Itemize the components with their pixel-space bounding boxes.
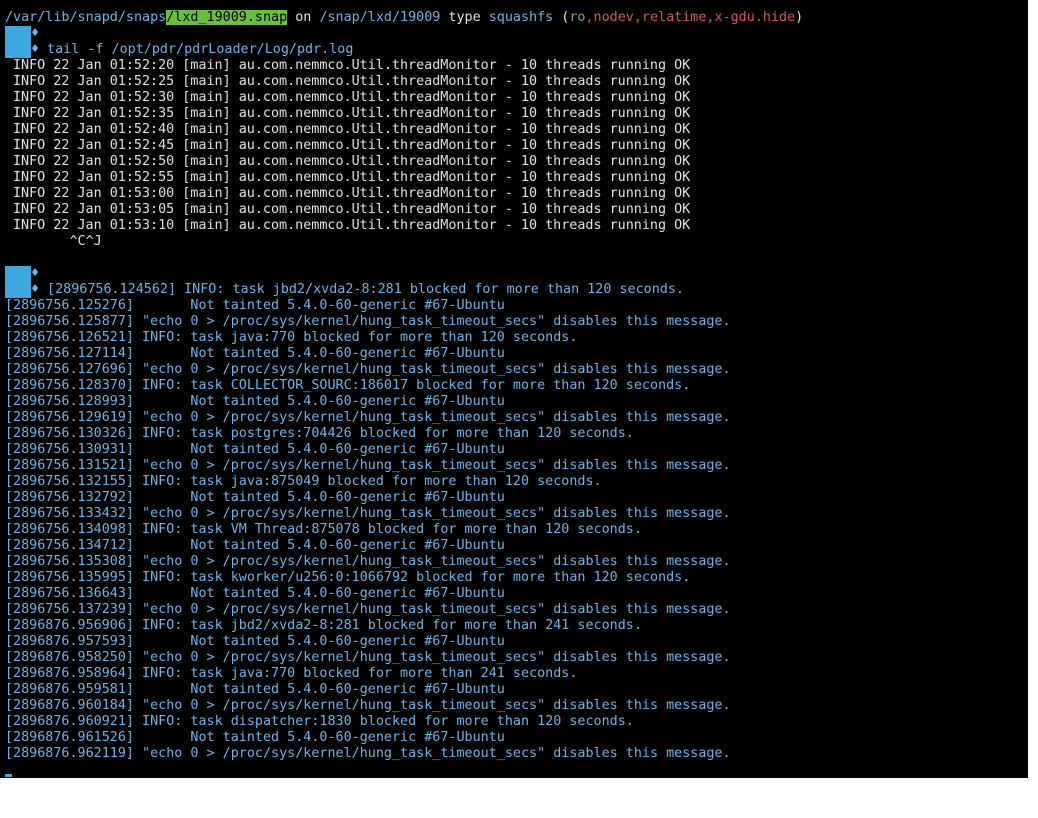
log-line: INFO 22 Jan 01:53:05 [main] au.com.nemmc…	[13, 202, 691, 217]
prompt-block	[5, 282, 31, 298]
log-line: INFO 22 Jan 01:52:20 [main] au.com.nemmc…	[13, 58, 691, 73]
kernel-line: [2896756.137239] "echo 0 > /proc/sys/ker…	[5, 602, 731, 617]
prompt-line-4: ♦ [2896756.124562] INFO: task jbd2/xvda2…	[0, 282, 1028, 298]
interrupt-line: ^C^J	[5, 234, 102, 249]
kernel-line: [2896756.125276] Not tainted 5.4.0-60-ge…	[5, 298, 505, 313]
cursor-line	[0, 762, 1028, 778]
prompt-line-3: ♦	[0, 266, 1028, 282]
cursor	[5, 774, 12, 777]
kernel-line: [2896876.960184] "echo 0 > /proc/sys/ker…	[5, 698, 731, 713]
mount-opts-open: (	[553, 10, 570, 25]
log-line: INFO 22 Jan 01:52:50 [main] au.com.nemmc…	[13, 154, 691, 169]
kernel-line: [2896756.133432] "echo 0 > /proc/sys/ker…	[5, 506, 731, 521]
log-line: INFO 22 Jan 01:52:25 [main] au.com.nemmc…	[13, 74, 691, 89]
prompt-diamond-icon: ♦	[31, 42, 40, 57]
kernel-line: [2896756.127696] "echo 0 > /proc/sys/ker…	[5, 362, 731, 377]
kernel-first-line: [2896756.124562] INFO: task jbd2/xvda2-8…	[39, 282, 684, 297]
kernel-line: [2896756.134712] Not tainted 5.4.0-60-ge…	[5, 538, 505, 553]
kernel-line: [2896876.961526] Not tainted 5.4.0-60-ge…	[5, 730, 505, 745]
mount-opts-rest: ,nodev,relatime,x-gdu.hide	[585, 10, 796, 25]
log-line: INFO 22 Jan 01:52:55 [main] au.com.nemmc…	[13, 170, 691, 185]
log-line: INFO 22 Jan 01:52:35 [main] au.com.nemmc…	[13, 106, 691, 121]
kernel-line: [2896756.136643] Not tainted 5.4.0-60-ge…	[5, 586, 505, 601]
kernel-line: [2896756.126521] INFO: task java:770 blo…	[5, 330, 578, 345]
mount-opts-close: )	[795, 10, 804, 25]
log-line: INFO 22 Jan 01:53:10 [main] au.com.nemmc…	[13, 218, 691, 233]
log-output: INFO 22 Jan 01:52:20 [main] au.com.nemmc…	[0, 58, 1028, 234]
kernel-line: [2896756.128993] Not tainted 5.4.0-60-ge…	[5, 394, 505, 409]
kernel-line: [2896876.959581] Not tainted 5.4.0-60-ge…	[5, 682, 505, 697]
kernel-line: [2896876.962119] "echo 0 > /proc/sys/ker…	[5, 746, 731, 761]
mount-source-path: /var/lib/snapd/snaps	[5, 10, 167, 25]
mount-fstype: squashfs	[488, 10, 554, 25]
kernel-line: [2896756.129619] "echo 0 > /proc/sys/ker…	[5, 410, 731, 425]
mount-on-word: on	[287, 10, 320, 25]
kernel-line: [2896756.130931] Not tainted 5.4.0-60-ge…	[5, 442, 505, 457]
kernel-line: [2896876.957593] Not tainted 5.4.0-60-ge…	[5, 634, 505, 649]
kernel-line: [2896756.132792] Not tainted 5.4.0-60-ge…	[5, 490, 505, 505]
kernel-line: [2896756.127114] Not tainted 5.4.0-60-ge…	[5, 346, 505, 361]
kernel-line: [2896756.130326] INFO: task postgres:704…	[5, 426, 634, 441]
mount-type-word: type	[440, 10, 489, 25]
kernel-line: [2896756.131521] "echo 0 > /proc/sys/ker…	[5, 458, 731, 473]
prompt-diamond-icon: ♦	[31, 282, 40, 297]
prompt-line-1: ♦	[0, 26, 1028, 42]
kernel-line: [2896876.960921] INFO: task dispatcher:1…	[5, 714, 634, 729]
prompt-block	[5, 266, 31, 282]
log-line: INFO 22 Jan 01:52:45 [main] au.com.nemmc…	[13, 138, 691, 153]
log-line: INFO 22 Jan 01:53:00 [main] au.com.nemmc…	[13, 186, 691, 201]
mount-source-highlight: /lxd_19009.snap	[166, 10, 288, 25]
log-line: INFO 22 Jan 01:52:30 [main] au.com.nemmc…	[13, 90, 691, 105]
kernel-messages: [2896756.125276] Not tainted 5.4.0-60-ge…	[0, 298, 1028, 762]
log-line: INFO 22 Jan 01:52:40 [main] au.com.nemmc…	[13, 122, 691, 137]
kernel-line: [2896756.135308] "echo 0 > /proc/sys/ker…	[5, 554, 731, 569]
prompt-diamond-icon: ♦	[31, 26, 40, 41]
mount-target-path: /snap/lxd/19009	[319, 10, 441, 25]
mount-opt-ro: ro	[569, 10, 586, 25]
kernel-line: [2896756.125877] "echo 0 > /proc/sys/ker…	[5, 314, 731, 329]
kernel-line: [2896756.134098] INFO: task VM Thread:87…	[5, 522, 642, 537]
mount-line: /var/lib/snapd/snaps/lxd_19009.snap on /…	[0, 10, 1028, 26]
kernel-line: [2896876.958250] "echo 0 > /proc/sys/ker…	[5, 650, 731, 665]
kernel-line: [2896756.135995] INFO: task kworker/u256…	[5, 570, 691, 585]
prompt-diamond-icon: ♦	[31, 266, 40, 281]
prompt-line-2: ♦ tail -f /opt/pdr/pdrLoader/Log/pdr.log	[0, 42, 1028, 58]
prompt-block	[5, 42, 31, 58]
terminal-window[interactable]: /var/lib/snapd/snaps/lxd_19009.snap on /…	[0, 0, 1028, 778]
kernel-line: [2896756.132155] INFO: task java:875049 …	[5, 474, 602, 489]
command-text: tail -f /opt/pdr/pdrLoader/Log/pdr.log	[39, 42, 354, 57]
kernel-line: [2896876.956906] INFO: task jbd2/xvda2-8…	[5, 618, 642, 633]
kernel-line: [2896876.958964] INFO: task java:770 blo…	[5, 666, 578, 681]
kernel-line: [2896756.128370] INFO: task COLLECTOR_SO…	[5, 378, 691, 393]
prompt-block	[5, 26, 31, 42]
